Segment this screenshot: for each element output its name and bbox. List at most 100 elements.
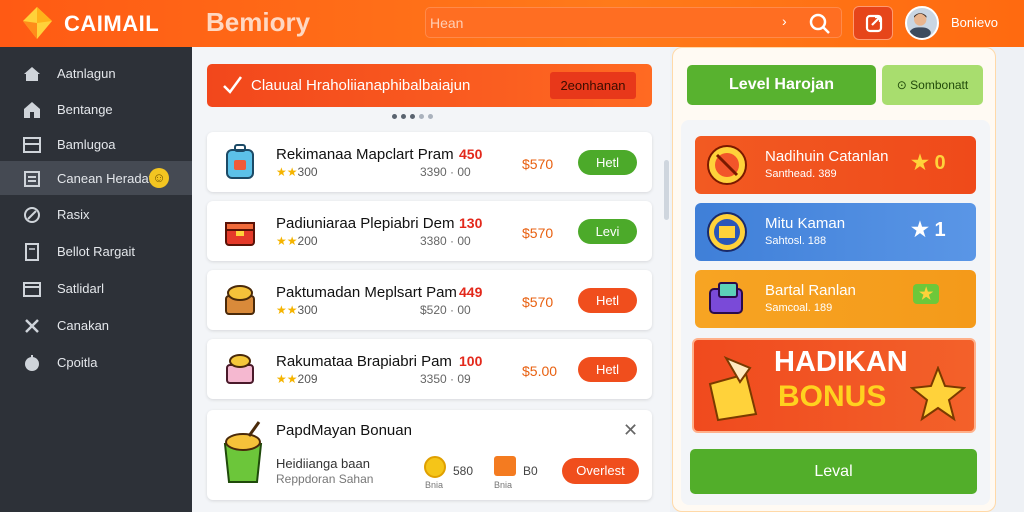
- tile-sub: Sahtosl. 188: [765, 235, 827, 247]
- reward-tile[interactable]: Nadihuin Catanlan Santhead. 389 ★ 0: [695, 136, 976, 194]
- item-sub: $520 · 00: [420, 303, 471, 317]
- tile-value: ★: [913, 284, 940, 304]
- coin-icon: [424, 456, 446, 478]
- item-action-button[interactable]: Hetl: [578, 357, 637, 382]
- box-value: B0: [523, 464, 538, 478]
- apple-icon: [25, 355, 39, 371]
- sidebar-item-7[interactable]: Satlidarl: [0, 271, 192, 305]
- treasure-box-icon: [225, 285, 255, 315]
- bonus-title: PapdMayan Bonuan: [276, 422, 412, 439]
- sidebar-item-3[interactable]: Bamlugoa: [0, 127, 192, 161]
- alert-text: Clauual Hraholiianaphibalbaiajun: [251, 77, 471, 94]
- bonus-line-2: Reppdoran Sahan: [276, 472, 374, 486]
- envelope-icon: [708, 355, 758, 422]
- list-item[interactable]: Rekimanaa Mapclart Pram 450 ★★300 3390 ·…: [207, 132, 652, 192]
- promo-banner[interactable]: HADIKAN BONUS: [692, 338, 976, 433]
- logo-icon: [23, 7, 52, 39]
- search-bar: ›: [425, 7, 842, 38]
- chevron-right-icon: ›: [782, 13, 787, 29]
- backpack-icon: [226, 144, 254, 179]
- sidebar-item-2[interactable]: Bentange: [0, 92, 192, 126]
- item-title: Rekimanaa Mapclart Pram: [276, 146, 454, 163]
- coin-sub: Bnia: [425, 480, 444, 490]
- sidebar-item-1[interactable]: Aatnlagun: [0, 56, 192, 90]
- tile-value: ★ 0: [911, 152, 946, 174]
- item-sub: 3390 · 00: [420, 165, 471, 179]
- alert-banner: Clauual Hraholiianaphibalbaiajun 2eonhan…: [207, 64, 652, 107]
- avatar[interactable]: [905, 6, 939, 40]
- item-rating: ★★300: [276, 165, 318, 179]
- sidebar-item-label: Canean Heradat: [57, 171, 153, 186]
- search-input[interactable]: [430, 12, 770, 34]
- item-rating: ★★200: [276, 234, 318, 248]
- sidebar-item-6[interactable]: Bellot Rargait: [0, 234, 192, 268]
- user-name[interactable]: Bonievo: [951, 15, 998, 30]
- sidebar-item-label: Rasix: [57, 207, 90, 222]
- level-button[interactable]: Level Harojan: [687, 65, 876, 105]
- sidebar-item-label: Satlidarl: [57, 281, 104, 296]
- tile-sub: Santhead. 389: [765, 168, 837, 180]
- note-icon: [25, 243, 39, 261]
- scrollbar[interactable]: [664, 160, 669, 220]
- list-item[interactable]: Paktumadan Meplsart Pam 449 ★★300 $520 ·…: [207, 270, 652, 330]
- reward-tile[interactable]: Mitu Kaman Sahtosl. 188 ★ 1: [695, 203, 976, 261]
- item-title: Padiuniaraa Plepiabri Dem: [276, 215, 455, 232]
- item-price: 100: [459, 353, 483, 369]
- item-amount: $570: [522, 225, 554, 241]
- user-avatar-icon: [909, 13, 931, 38]
- search-icon[interactable]: [808, 12, 832, 36]
- close-icon[interactable]: ✕: [623, 420, 638, 441]
- page-title: Bemiory: [206, 7, 311, 37]
- clock-icon: ⊙: [896, 78, 911, 92]
- sidebar-item-5[interactable]: Rasix: [0, 197, 192, 231]
- item-title: Paktumadan Meplsart Pam: [276, 284, 457, 301]
- share-icon: [865, 14, 883, 33]
- bonus-line-1: Heidiianga baan: [276, 456, 370, 471]
- sidebar-item-8[interactable]: Canakan: [0, 308, 192, 342]
- item-price: 449: [459, 284, 483, 300]
- item-amount: $570: [522, 294, 554, 310]
- level-bottom-button[interactable]: Leval: [690, 449, 977, 494]
- box-icon: [225, 222, 255, 246]
- share-button[interactable]: [853, 6, 893, 40]
- bonus-card: PapdMayan Bonuan ✕ Heidiianga baan Reppd…: [207, 410, 652, 500]
- reward-tile[interactable]: Bartal Ranlan Samcoal. 189 ★: [695, 270, 976, 328]
- promo-line-1: HADIKAN: [774, 346, 908, 378]
- list-item[interactable]: Padiuniaraa Plepiabri Dem 130 ★★200 3380…: [207, 201, 652, 261]
- sidebar-item-label: Cpoitla: [57, 355, 98, 370]
- item-action-button[interactable]: Hetl: [578, 288, 637, 313]
- sidebar-item-active[interactable]: Canean Heradat ☺: [0, 161, 192, 195]
- item-rating: ★★209: [276, 372, 318, 386]
- brand-name: CAIMAIL: [64, 11, 160, 36]
- item-action-button[interactable]: Hetl: [578, 150, 637, 175]
- grid-icon: [23, 137, 41, 153]
- side-button[interactable]: ⊙ Sombonatt: [882, 65, 983, 105]
- chest-icon: [709, 282, 743, 314]
- item-action-button[interactable]: Levi: [578, 219, 637, 244]
- list-item[interactable]: Rakumataa Brapiabri Pam 100 ★★209 3350 ·…: [207, 339, 652, 399]
- item-rating: ★★300: [276, 303, 318, 317]
- alert-button[interactable]: 2eonhanan: [550, 72, 636, 99]
- house-icon: [24, 102, 40, 118]
- sidebar-item-9[interactable]: Cpoitla: [0, 345, 192, 379]
- item-amount: $570: [522, 156, 554, 172]
- tools-icon: [25, 319, 39, 333]
- check-icon: [223, 76, 243, 94]
- box-sub: Bnia: [494, 480, 513, 490]
- badge-icon: [707, 145, 747, 185]
- item-title: Rakumataa Brapiabri Pam: [276, 353, 452, 370]
- tile-title: Bartal Ranlan: [765, 282, 856, 299]
- star-icon: [910, 366, 966, 422]
- sidebar-item-label: Bellot Rargait: [57, 244, 136, 259]
- item-price: 450: [459, 146, 483, 162]
- document-icon: [24, 171, 40, 187]
- gift-box-icon: [494, 456, 516, 476]
- home-icon: [24, 67, 40, 81]
- coin-value: 580: [453, 464, 474, 478]
- bucket-icon: [223, 421, 263, 483]
- bonus-button[interactable]: Overlest: [562, 458, 639, 484]
- item-price: 130: [459, 215, 483, 231]
- sidebar-item-label: Aatnlagun: [57, 66, 116, 81]
- sidebar-item-label: Bamlugoa: [57, 137, 116, 152]
- pagination-dots[interactable]: [392, 114, 433, 119]
